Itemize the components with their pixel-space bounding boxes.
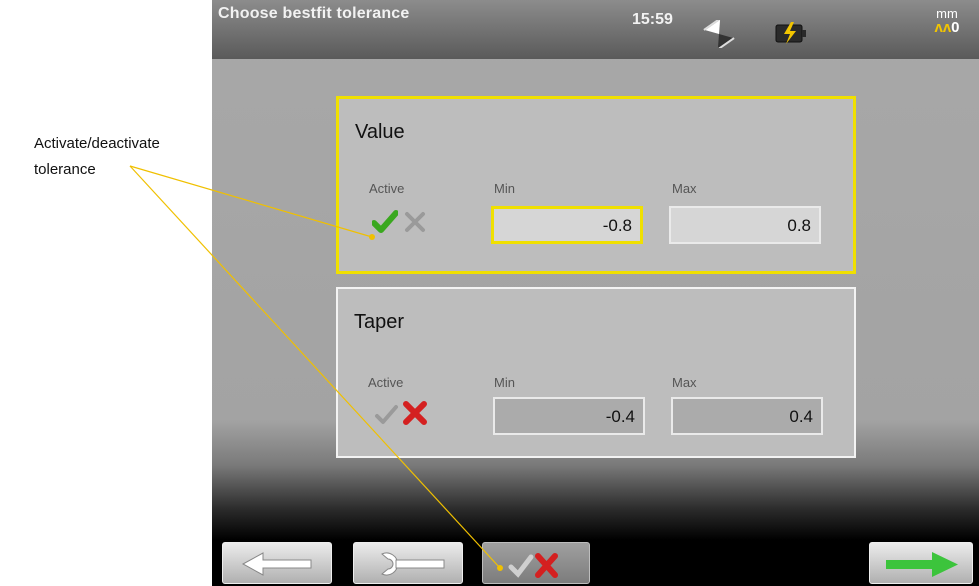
callout-lines bbox=[129, 165, 503, 571]
